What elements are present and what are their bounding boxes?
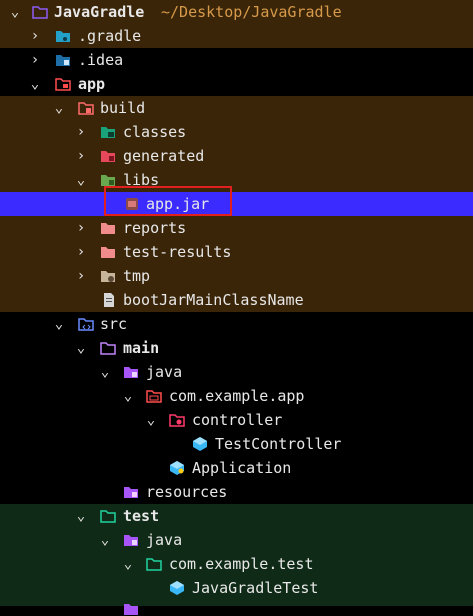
folder-icon	[101, 247, 115, 258]
tree-label: bootJarMainClassName	[123, 291, 304, 309]
resources-folder-icon	[124, 487, 138, 498]
project-folder-icon	[32, 6, 48, 19]
tree-label: com.example.app	[169, 387, 305, 405]
java-app-class-icon	[170, 461, 184, 475]
tree-label: Application	[192, 459, 292, 477]
tree-label: JavaGradleTest	[192, 579, 319, 597]
tree-label: .gradle	[78, 27, 142, 45]
tree-row-test-java[interactable]: ⌄ java	[0, 528, 473, 552]
java-class-icon	[193, 437, 207, 451]
chevron-down-icon[interactable]: ⌄	[28, 72, 42, 96]
tree-row-test[interactable]: ⌄ test	[0, 504, 473, 528]
chevron-down-icon[interactable]: ⌄	[52, 96, 66, 120]
tree-label: java	[146, 531, 183, 549]
tree-label: java	[146, 363, 183, 381]
chevron-down-icon[interactable]: ⌄	[121, 552, 135, 576]
project-path: ~/Desktop/JavaGradle	[161, 3, 342, 21]
tree-label: JavaGradle	[54, 3, 145, 21]
tree-label: app	[78, 75, 106, 93]
tree-label: test-results	[123, 243, 232, 261]
folder-icon	[101, 223, 115, 234]
chevron-right-icon[interactable]: ›	[28, 24, 42, 48]
java-source-folder-icon	[124, 367, 138, 378]
chevron-right-icon[interactable]: ›	[74, 240, 88, 264]
tree-row-src[interactable]: ⌄ src	[0, 312, 473, 336]
chevron-down-icon[interactable]: ⌄	[8, 0, 22, 24]
tree-row-testcontroller[interactable]: TestController	[0, 432, 473, 456]
tree-row-javagradletest[interactable]: JavaGradleTest	[0, 576, 473, 600]
tree-label: main	[123, 339, 160, 357]
tree-label: com.example.test	[169, 555, 314, 573]
tree-row-reports[interactable]: › reports	[0, 216, 473, 240]
test-folder-icon	[100, 510, 116, 523]
tree-row-java[interactable]: ⌄ java	[0, 360, 473, 384]
tree-label: src	[100, 315, 128, 333]
tree-label: reports	[123, 219, 187, 237]
controller-package-icon	[169, 414, 185, 427]
tree-label: generated	[123, 147, 205, 165]
chevron-down-icon[interactable]: ⌄	[121, 384, 135, 408]
tree-label: resources	[146, 483, 228, 501]
chevron-right-icon[interactable]: ›	[74, 216, 88, 240]
tree-label: classes	[123, 123, 187, 141]
tree-row-resources[interactable]: resources	[0, 480, 473, 504]
src-folder-icon	[78, 318, 94, 331]
tmp-folder-icon	[101, 271, 115, 282]
tree-row-idea[interactable]: › .idea	[0, 48, 473, 72]
tree-row-generated[interactable]: › generated	[0, 144, 473, 168]
tree-label: tmp	[123, 267, 151, 285]
test-package-icon	[146, 558, 162, 571]
tree-row-gradle[interactable]: › .gradle	[0, 24, 473, 48]
java-class-icon	[170, 581, 184, 595]
tree-label: test	[123, 507, 160, 525]
tree-row-app-jar[interactable]: app.jar	[0, 192, 473, 216]
libs-folder-icon	[101, 175, 115, 186]
chevron-down-icon[interactable]: ⌄	[144, 408, 158, 432]
chevron-right-icon[interactable]: ›	[74, 120, 88, 144]
tree-row-partial	[0, 600, 473, 615]
tree-row-main[interactable]: ⌄ main	[0, 336, 473, 360]
tree-row-package-test[interactable]: ⌄ com.example.test	[0, 552, 473, 576]
tree-label: TestController	[215, 435, 342, 453]
tree-label: .idea	[78, 51, 124, 69]
tree-label: controller	[192, 411, 283, 429]
tree-row-package-app[interactable]: ⌄ com.example.app	[0, 384, 473, 408]
tree-row-application[interactable]: Application	[0, 456, 473, 480]
chevron-down-icon[interactable]: ⌄	[98, 360, 112, 384]
tree-row-libs[interactable]: ⌄ libs	[0, 168, 473, 192]
tree-label: app.jar	[146, 195, 210, 213]
chevron-down-icon[interactable]: ⌄	[74, 336, 88, 360]
module-folder-icon	[55, 78, 71, 91]
chevron-down-icon[interactable]: ⌄	[74, 504, 88, 528]
chevron-right-icon[interactable]: ›	[74, 144, 88, 168]
tree-row-build[interactable]: ⌄ build	[0, 96, 473, 120]
tree-row-tmp[interactable]: › tmp	[0, 264, 473, 288]
chevron-down-icon[interactable]: ⌄	[98, 528, 112, 552]
gradle-folder-icon	[56, 31, 70, 42]
tree-label: build	[100, 99, 146, 117]
chevron-right-icon[interactable]: ›	[28, 48, 42, 72]
package-icon	[146, 390, 162, 403]
classes-folder-icon	[101, 127, 115, 138]
tree-row-bootjar[interactable]: bootJarMainClassName	[0, 288, 473, 312]
tree-label: libs	[123, 171, 160, 189]
tree-row-app[interactable]: ⌄ app	[0, 72, 473, 96]
jar-file-icon	[126, 198, 138, 210]
tree-row-controller[interactable]: ⌄ controller	[0, 408, 473, 432]
build-folder-icon	[78, 102, 94, 115]
java-source-folder-icon	[124, 535, 138, 546]
tree-row-classes[interactable]: › classes	[0, 120, 473, 144]
idea-folder-icon	[56, 55, 70, 66]
file-icon	[104, 293, 114, 307]
generated-folder-icon	[101, 151, 115, 162]
chevron-down-icon[interactable]: ⌄	[52, 312, 66, 336]
chevron-right-icon[interactable]: ›	[74, 264, 88, 288]
resources-folder-icon	[124, 604, 138, 615]
tree-row-root[interactable]: ⌄ JavaGradle ~/Desktop/JavaGradle	[0, 0, 473, 24]
tree-row-test-results[interactable]: › test-results	[0, 240, 473, 264]
project-tree: ⌄ JavaGradle ~/Desktop/JavaGradle › .gra…	[0, 0, 473, 615]
chevron-down-icon[interactable]: ⌄	[74, 168, 88, 192]
folder-outline-icon	[100, 342, 116, 355]
